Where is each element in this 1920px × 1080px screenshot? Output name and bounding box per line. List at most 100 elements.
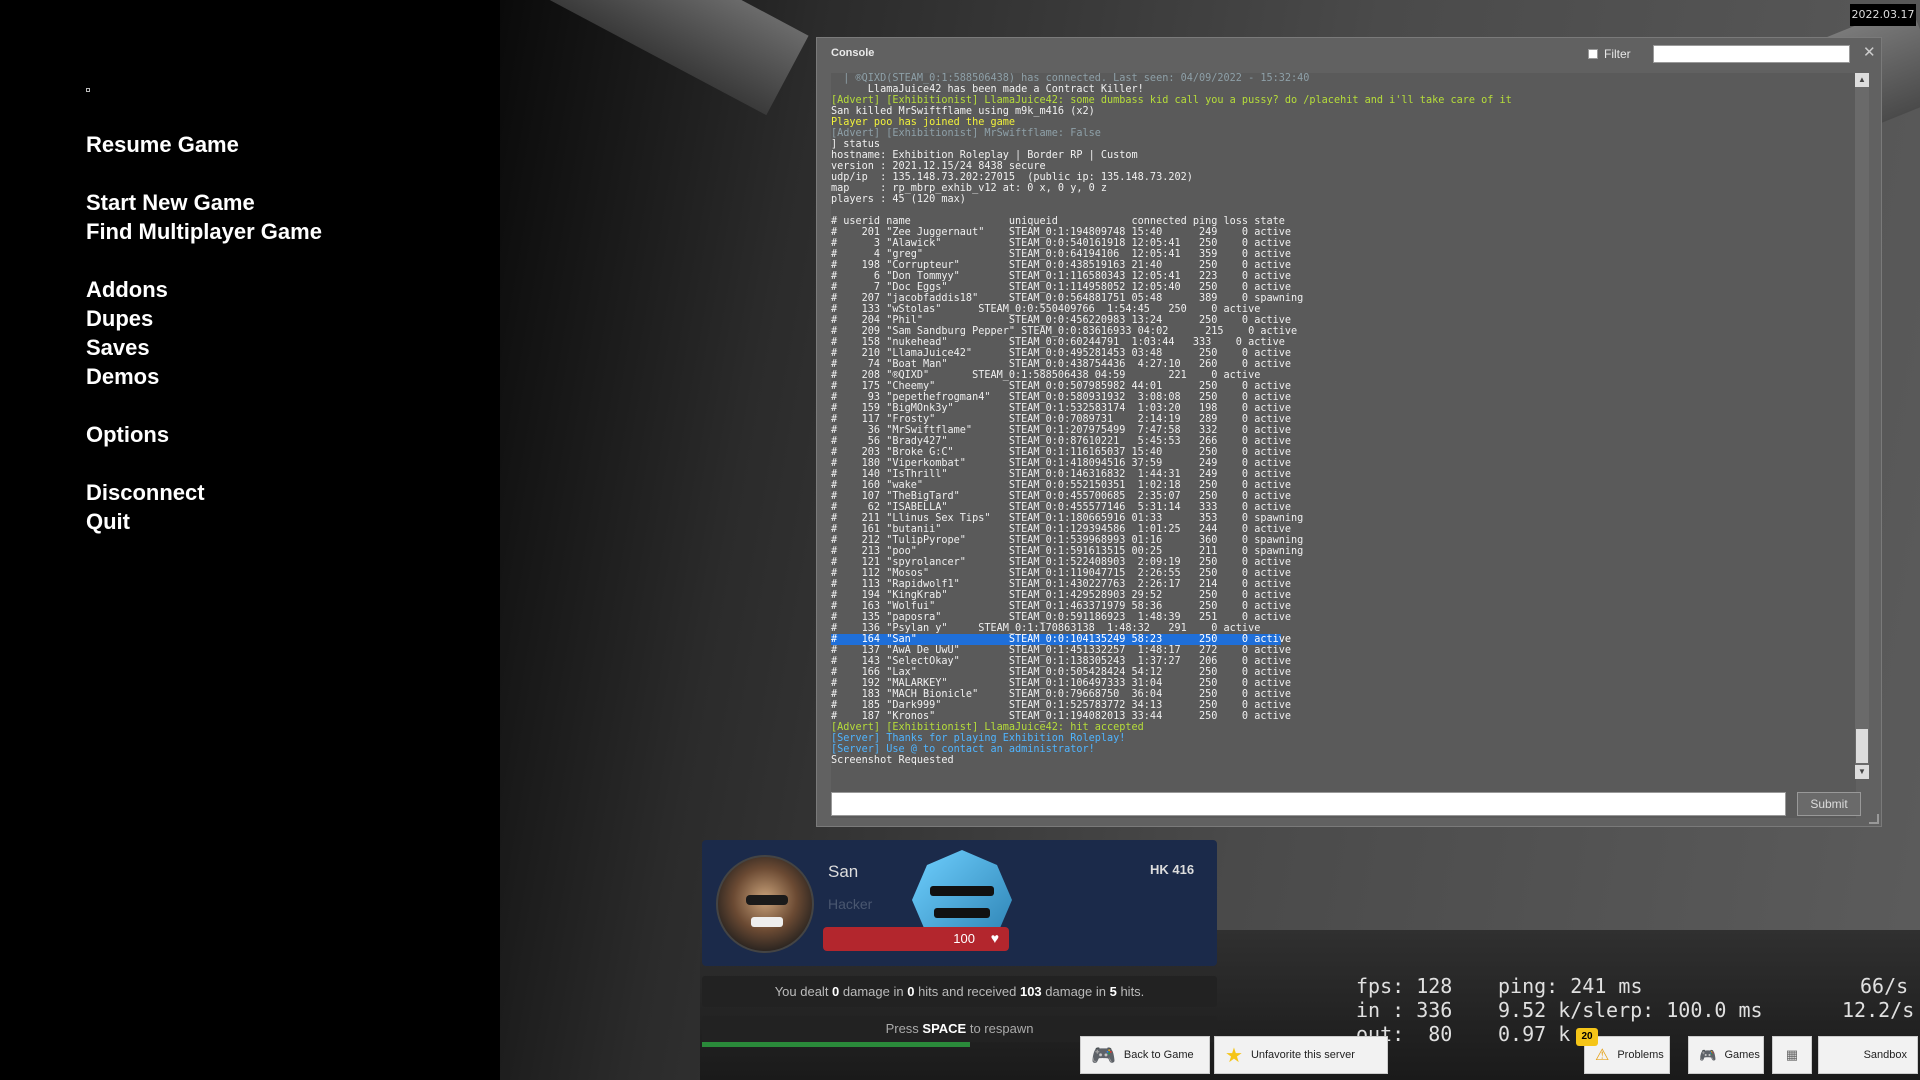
net-in: in : 336 <box>1356 998 1453 1022</box>
damage-summary: You dealt 0 damage in 0 hits and receive… <box>702 976 1217 1007</box>
disconnect-button[interactable]: Disconnect <box>86 478 322 507</box>
scroll-down-icon[interactable]: ▼ <box>1855 765 1869 779</box>
console-scrollbar[interactable]: ▲ ▼ <box>1855 73 1869 779</box>
console-line-text: # 198 "Corrupteur" STEAM_0:0:438519163 2… <box>831 260 1292 271</box>
console-line-text: # 166 "Lax" STEAM_0:0:505428424 54:12 25… <box>831 667 1292 678</box>
console-line: # 135 "paposra" STEAM_0:0:591186923 1:48… <box>831 612 1512 623</box>
gamepad-icon: 🎮 <box>1699 1046 1717 1063</box>
console-line-text: # 7 "Doc Eggs" STEAM_0:1:114958052 12:05… <box>831 282 1292 293</box>
console-line: # 74 "Boat Man" STEAM_0:0:438754436 4:27… <box>831 359 1512 370</box>
console-line: San killed MrSwiftflame using m9k_m416 (… <box>831 106 1512 117</box>
star-icon: ★ <box>1225 1044 1243 1067</box>
console-line-selected: # 164 "San" STEAM_0:0:104135249 58:23 25… <box>831 634 1292 645</box>
console-line: # 198 "Corrupteur" STEAM_0:0:438519163 2… <box>831 260 1512 271</box>
console-line: # 208 "®QIXD" STEAM_0:1:588506438 04:59 … <box>831 370 1512 381</box>
console-line: | ®QIXD(STEAM_0:1:588506438) has connect… <box>831 73 1512 84</box>
console-line-text: # 112 "Mosos" STEAM_0:1:119047715 2:26:5… <box>831 568 1292 579</box>
gamemode-button[interactable]: Sandbox <box>1818 1036 1918 1074</box>
find-multiplayer-game-button[interactable]: Find Multiplayer Game <box>86 217 322 246</box>
filter-toggle[interactable]: Filter <box>1588 47 1631 61</box>
console-command-input[interactable] <box>831 792 1786 816</box>
console-line: # 133 "wStolas" STEAM_0:0:550409766 1:54… <box>831 304 1512 315</box>
console-line-text: # 159 "BigMOnk3y" STEAM_0:1:532583174 1:… <box>831 403 1292 414</box>
console-line-text: # 107 "TheBigTard" STEAM_0:0:455700685 2… <box>831 491 1292 502</box>
console-line-text: LlamaJuice42 has been made a Contract Ki… <box>831 84 1144 95</box>
console-line-text: # 211 "Llinus Sex Tips" STEAM_0:1:180665… <box>831 513 1304 524</box>
problems-count-badge: 20 <box>1576 1028 1598 1046</box>
damage-text: damage in <box>839 984 908 999</box>
close-icon[interactable]: ✕ <box>1863 43 1876 61</box>
console-line-text: # 194 "KingKrab" STEAM_0:1:429528903 29:… <box>831 590 1292 601</box>
console-line-text: # 117 "Frosty" STEAM_0:0:7089731 2:14:19… <box>831 414 1292 425</box>
console-line-text: udp/ip : 135.148.73.202:27015 (public ip… <box>831 172 1193 183</box>
console-line-text: ] status <box>831 139 881 150</box>
quit-button[interactable]: Quit <box>86 507 322 536</box>
killer-name: San <box>828 862 859 881</box>
respawn-text: Press <box>885 1021 923 1036</box>
addons-button[interactable]: Addons <box>86 275 322 304</box>
killer-health-value: 100 <box>953 931 975 946</box>
console-line-text: # 187 "Kronos" STEAM_0:1:194082013 33:44… <box>831 711 1292 722</box>
console-line: [Advert] [Exhibitionist] MrSwiftflame: F… <box>831 128 1512 139</box>
console-line-text: # 213 "poo" STEAM_0:1:591613515 00:25 21… <box>831 546 1304 557</box>
console-log-lines: | ®QIXD(STEAM_0:1:588506438) has connect… <box>831 73 1512 766</box>
console-line: Player poo has joined the game <box>831 117 1512 128</box>
console-titlebar[interactable]: Console Filter ✕ <box>817 38 1881 72</box>
filter-input[interactable] <box>1653 45 1850 63</box>
back-to-game-button[interactable]: 🎮 Back to Game <box>1080 1036 1210 1074</box>
console-line: # userid name uniqueid connected ping lo… <box>831 216 1512 227</box>
console-line-text: players : 45 (120 max) <box>831 194 966 205</box>
net-lerp: lerp: 100.0 ms <box>1594 998 1763 1022</box>
respawn-progress-bar <box>702 1042 970 1047</box>
console-line-text: # 74 "Boat Man" STEAM_0:0:438754436 4:27… <box>831 359 1292 370</box>
console-line-text: # 6 "Don Tommyy" STEAM_0:1:116580343 12:… <box>831 271 1292 282</box>
options-button[interactable]: Options <box>86 420 322 449</box>
heart-icon: ♥ <box>990 930 999 946</box>
demos-button[interactable]: Demos <box>86 362 322 391</box>
console-line: # 204 "Phil" STEAM_0:0:456220983 13:24 2… <box>831 315 1512 326</box>
console-line: map : rp_mbrp_exhib_v12 at: 0 x, 0 y, 0 … <box>831 183 1512 194</box>
submit-button[interactable]: Submit <box>1797 792 1861 816</box>
resume-game-button[interactable]: Resume Game <box>86 130 322 159</box>
language-button[interactable]: ▦ <box>1772 1036 1812 1074</box>
console-line-text: # 180 "Viperkombat" STEAM_0:1:418094516 … <box>831 458 1292 469</box>
console-line: # 36 "MrSwiftflame" STEAM_0:1:207975499 … <box>831 425 1512 436</box>
console-line-text: # 137 "AwA De UwU" STEAM_0:1:451332257 1… <box>831 645 1292 656</box>
menu-spacer <box>86 449 322 478</box>
console-line: players : 45 (120 max) <box>831 194 1512 205</box>
console-line-text: # 160 "wake" STEAM_0:0:552150351 1:02:18… <box>831 480 1292 491</box>
console-line: # 107 "TheBigTard" STEAM_0:0:455700685 2… <box>831 491 1512 502</box>
menu-spacer <box>86 391 322 420</box>
console-line-text: [Advert] [Exhibitionist] MrSwiftflame: F… <box>831 128 1101 139</box>
console-line-text: # 62 "ISABELLA" STEAM_0:0:455577146 5:31… <box>831 502 1292 513</box>
console-line: # 213 "poo" STEAM_0:1:591613515 00:25 21… <box>831 546 1512 557</box>
scrollbar-thumb[interactable] <box>1856 729 1868 763</box>
saves-button[interactable]: Saves <box>86 333 322 362</box>
resize-grip-icon[interactable] <box>1869 814 1879 824</box>
console-line-text: # 3 "Alawick" STEAM_0:0:540161918 12:05:… <box>831 238 1292 249</box>
scroll-up-icon[interactable]: ▲ <box>1855 73 1869 87</box>
console-line-text: # 209 "Sam Sandburg Pepper" STEAM_0:0:83… <box>831 326 1298 337</box>
flag-icon: ▦ <box>1785 1047 1799 1062</box>
filter-checkbox[interactable] <box>1588 49 1598 59</box>
console-line-text: # 161 "butanii" STEAM_0:1:129394586 1:01… <box>831 524 1292 535</box>
console-line-text: Player poo has joined the game <box>831 117 1016 128</box>
avatar-eyes <box>746 895 788 905</box>
console-line-text: version : 2021.12.15/24 8438 secure <box>831 161 1046 172</box>
console-line: # 3 "Alawick" STEAM_0:0:540161918 12:05:… <box>831 238 1512 249</box>
console-line-text: # 204 "Phil" STEAM_0:0:456220983 13:24 2… <box>831 315 1292 326</box>
games-button[interactable]: 🎮 Games <box>1688 1036 1764 1074</box>
gamepad-icon: 🎮 <box>1091 1044 1116 1067</box>
console-log: | ®QIXD(STEAM_0:1:588506438) has connect… <box>831 73 1856 818</box>
games-label: Games <box>1724 1049 1760 1061</box>
console-window: Console Filter ✕ | ®QIXD(STEAM_0:1:58850… <box>816 37 1882 827</box>
console-line-text: # 93 "pepethefrogman4" STEAM_0:0:5809319… <box>831 392 1292 403</box>
unfavorite-server-button[interactable]: ★ Unfavorite this server <box>1214 1036 1388 1074</box>
console-line: # 203 "Broke G:C" STEAM_0:1:116165037 15… <box>831 447 1512 458</box>
console-line-text: hostname: Exhibition Roleplay | Border R… <box>831 150 1138 161</box>
console-line: # 143 "SelectOkay" STEAM_0:1:138305243 1… <box>831 656 1512 667</box>
start-new-game-button[interactable]: Start New Game <box>86 188 322 217</box>
console-line: # 140 "IsThrill" STEAM_0:0:146316832 1:4… <box>831 469 1512 480</box>
dupes-button[interactable]: Dupes <box>86 304 322 333</box>
console-line: # 180 "Viperkombat" STEAM_0:1:418094516 … <box>831 458 1512 469</box>
